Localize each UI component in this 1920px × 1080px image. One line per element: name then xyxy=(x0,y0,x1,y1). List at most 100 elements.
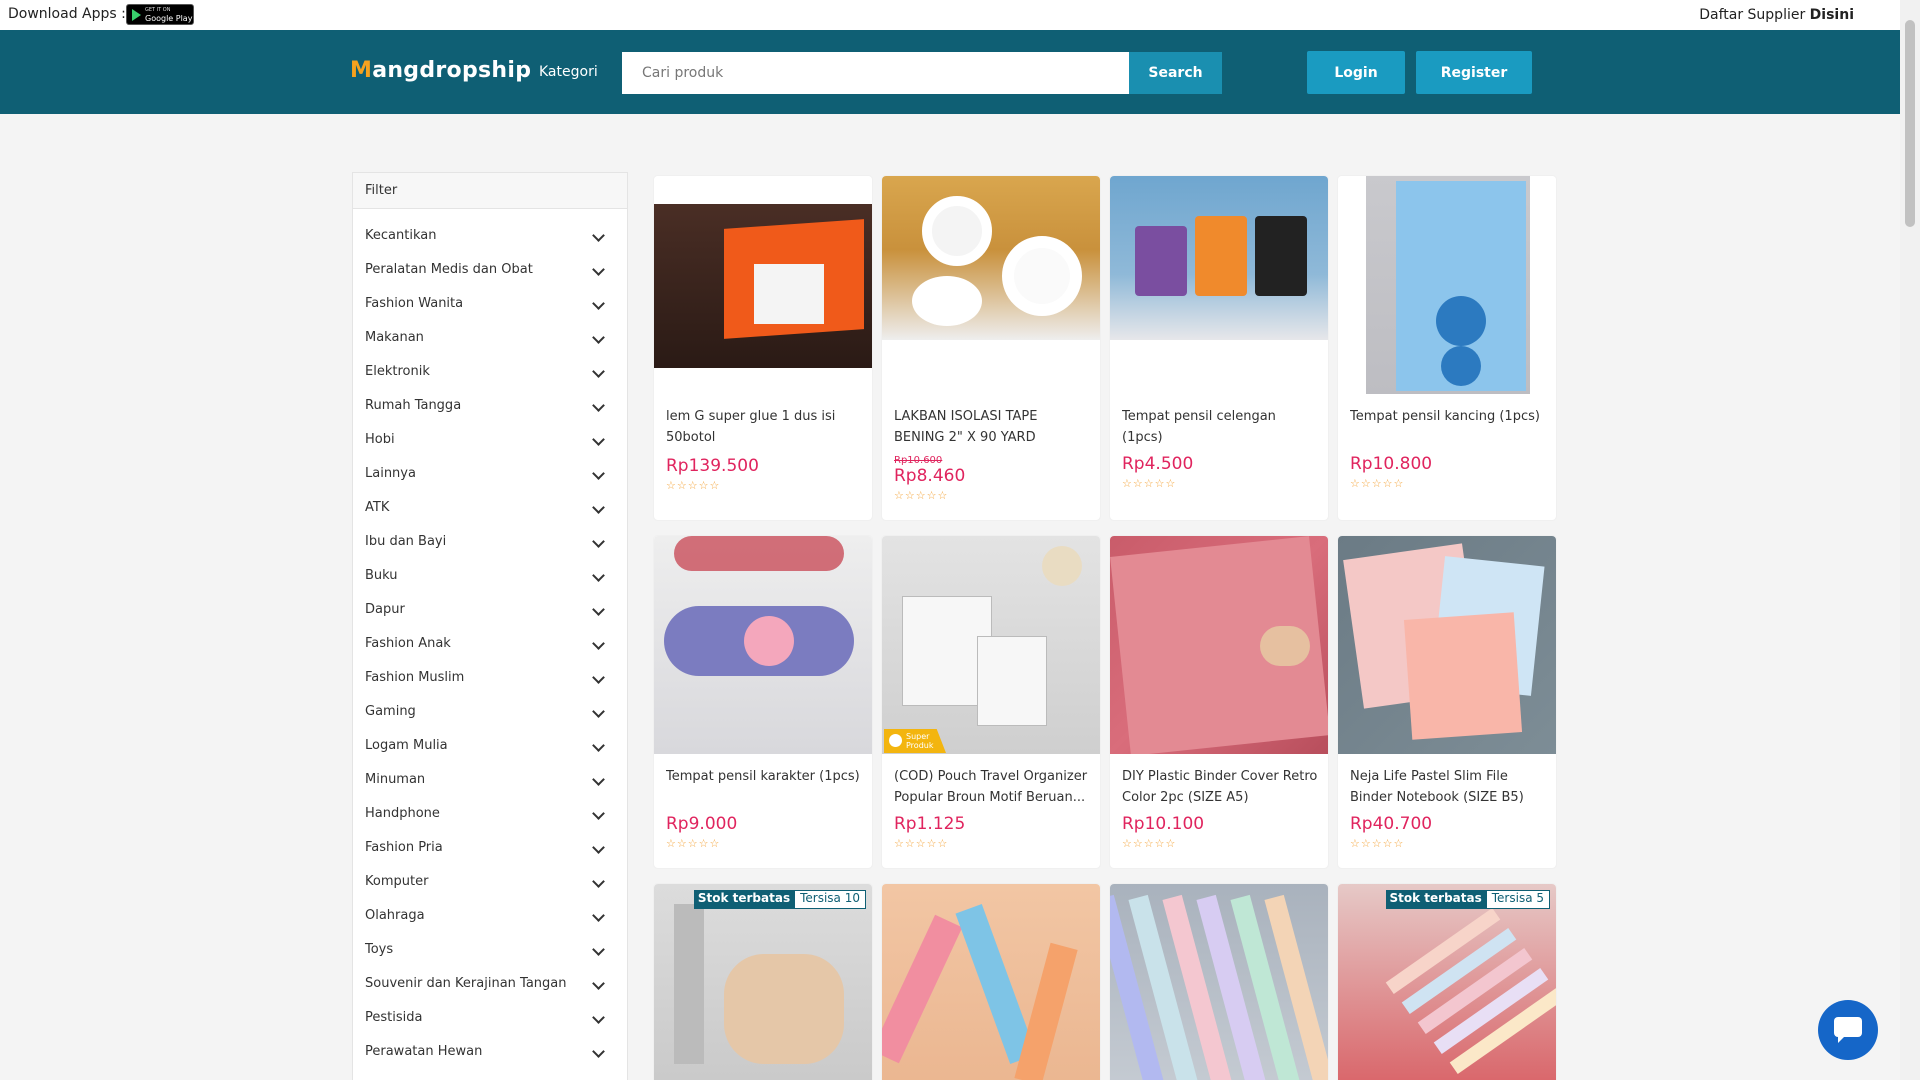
product-image[interactable] xyxy=(1110,884,1328,1080)
filter-category-label: Perawatan Hewan xyxy=(365,1044,483,1059)
product-card[interactable]: Tempat pensil kancing (1pcs) Rp10.800 ☆☆☆☆… xyxy=(1338,176,1556,520)
filter-category-item[interactable]: Fashion Muslim xyxy=(353,661,627,695)
product-card[interactable] xyxy=(1110,884,1328,1080)
filter-category-item[interactable]: Peralatan Medis dan Obat xyxy=(353,253,627,287)
site-logo[interactable]: Mangdropship xyxy=(350,58,531,83)
product-image[interactable]: Super Produk xyxy=(882,536,1100,754)
google-play-badge[interactable]: GET IT ON Google Play xyxy=(126,4,194,25)
filter-category-item[interactable]: Hobi xyxy=(353,423,627,457)
chevron-down-icon[interactable] xyxy=(592,535,605,548)
filter-category-item[interactable]: Souvenir dan Kerajinan Tangan xyxy=(353,967,627,1001)
filter-category-item[interactable]: Olahraga xyxy=(353,899,627,933)
filter-category-item[interactable]: Komputer xyxy=(353,865,627,899)
product-image[interactable] xyxy=(654,176,872,394)
chevron-down-icon[interactable] xyxy=(592,671,605,684)
product-image[interactable] xyxy=(1338,176,1556,394)
filter-category-item[interactable]: Logam Mulia xyxy=(353,729,627,763)
chevron-down-icon[interactable] xyxy=(592,1011,605,1024)
filter-category-item[interactable]: Dapur xyxy=(353,593,627,627)
filter-category-label: Dapur xyxy=(365,602,405,617)
page-scrollbar[interactable] xyxy=(1900,0,1920,1080)
chevron-down-icon[interactable] xyxy=(592,297,605,310)
chevron-down-icon[interactable] xyxy=(592,433,605,446)
kategori-menu[interactable]: Kategori xyxy=(539,64,598,80)
chevron-down-icon[interactable] xyxy=(592,943,605,956)
supplier-register-link[interactable]: Daftar Supplier Disini xyxy=(1699,7,1854,23)
product-name[interactable]: lem G super glue 1 dus isi 50botol xyxy=(666,406,862,448)
filter-category-item[interactable]: Makanan xyxy=(353,321,627,355)
chevron-down-icon[interactable] xyxy=(592,841,605,854)
filter-category-item[interactable]: Fashion Anak xyxy=(353,627,627,661)
chevron-down-icon[interactable] xyxy=(592,773,605,786)
filter-category-item[interactable]: Fashion Pria xyxy=(353,831,627,865)
chevron-down-icon[interactable] xyxy=(592,807,605,820)
chevron-down-icon[interactable] xyxy=(592,1045,605,1058)
chevron-down-icon[interactable] xyxy=(592,875,605,888)
product-image[interactable] xyxy=(1110,176,1328,394)
product-card[interactable]: Super Produk (COD) Pouch Travel Organizer … xyxy=(882,536,1100,868)
product-image[interactable] xyxy=(882,884,1100,1080)
product-name[interactable]: LAKBAN ISOLASI TAPE BENING 2" X 90 YARD xyxy=(894,406,1090,448)
product-price: Rp9.000 xyxy=(666,814,738,834)
product-card[interactable]: LAKBAN ISOLASI TAPE BENING 2" X 90 YARD R… xyxy=(882,176,1100,520)
chevron-down-icon[interactable] xyxy=(592,909,605,922)
product-image[interactable]: Stok terbatas Tersisa 10 xyxy=(654,884,872,1080)
search-input[interactable] xyxy=(622,52,1129,94)
chevron-down-icon[interactable] xyxy=(592,739,605,752)
product-image[interactable] xyxy=(882,176,1100,394)
chevron-down-icon[interactable] xyxy=(592,365,605,378)
product-card[interactable]: Neja Life Pastel Slim File Binder Notebo… xyxy=(1338,536,1556,868)
chevron-down-icon[interactable] xyxy=(592,705,605,718)
product-name[interactable]: Neja Life Pastel Slim File Binder Notebo… xyxy=(1350,766,1546,808)
product-card[interactable]: lem G super glue 1 dus isi 50botol Rp139.… xyxy=(654,176,872,520)
chevron-down-icon[interactable] xyxy=(592,331,605,344)
product-name[interactable]: DIY Plastic Binder Cover Retro Color 2pc… xyxy=(1122,766,1318,808)
product-card[interactable]: Tempat pensil karakter (1pcs) Rp9.000 ☆☆☆☆… xyxy=(654,536,872,868)
product-name[interactable]: Tempat pensil celengan (1pcs) xyxy=(1122,406,1318,448)
product-name[interactable]: Tempat pensil karakter (1pcs) xyxy=(666,766,862,808)
chevron-down-icon[interactable] xyxy=(592,399,605,412)
chevron-down-icon[interactable] xyxy=(592,263,605,276)
register-button[interactable]: Register xyxy=(1416,51,1532,94)
scrollbar-thumb[interactable] xyxy=(1905,20,1915,227)
filter-category-item[interactable]: Minuman xyxy=(353,763,627,797)
filter-category-item[interactable]: Ibu dan Bayi xyxy=(353,525,627,559)
product-image[interactable] xyxy=(1110,536,1328,754)
product-name[interactable]: Tempat pensil kancing (1pcs) xyxy=(1350,406,1546,448)
chevron-down-icon[interactable] xyxy=(592,569,605,582)
filter-category-item[interactable]: Kecantikan xyxy=(353,219,627,253)
product-image[interactable]: Stok terbatas Tersisa 5 xyxy=(1338,884,1556,1080)
product-card[interactable]: DIY Plastic Binder Cover Retro Color 2pc… xyxy=(1110,536,1328,868)
login-button[interactable]: Login xyxy=(1307,51,1405,94)
product-card[interactable]: Stok terbatas Tersisa 5 xyxy=(1338,884,1556,1080)
product-image[interactable] xyxy=(654,536,872,754)
product-image[interactable] xyxy=(1338,536,1556,754)
product-name[interactable]: (COD) Pouch Travel Organizer Popular Bro… xyxy=(894,766,1090,808)
filter-category-item[interactable]: Rumah Tangga xyxy=(353,389,627,423)
product-card[interactable] xyxy=(882,884,1100,1080)
filter-category-item[interactable]: Lainnya xyxy=(353,457,627,491)
chevron-down-icon[interactable] xyxy=(592,603,605,616)
chevron-down-icon[interactable] xyxy=(592,229,605,242)
filter-category-item[interactable]: Fashion Wanita xyxy=(353,287,627,321)
chevron-down-icon[interactable] xyxy=(592,467,605,480)
filter-category-label: Pestisida xyxy=(365,1010,423,1025)
chevron-down-icon[interactable] xyxy=(592,501,605,514)
google-play-icon xyxy=(132,9,141,21)
search-button[interactable]: Search xyxy=(1129,52,1222,94)
filter-category-item[interactable]: Elektronik xyxy=(353,355,627,389)
chevron-down-icon[interactable] xyxy=(592,637,605,650)
supplier-link[interactable]: Disini xyxy=(1810,7,1854,23)
filter-category-item[interactable]: Gaming xyxy=(353,695,627,729)
filter-category-item[interactable]: Perawatan Hewan xyxy=(353,1035,627,1069)
filter-category-item[interactable]: Buku xyxy=(353,559,627,593)
filter-category-item[interactable]: ATK xyxy=(353,491,627,525)
filter-category-item[interactable]: Toys xyxy=(353,933,627,967)
stock-badge: Stok terbatas Tersisa 5 xyxy=(1385,890,1550,909)
chevron-down-icon[interactable] xyxy=(592,977,605,990)
product-card[interactable]: Tempat pensil celengan (1pcs) Rp4.500 ☆☆☆☆… xyxy=(1110,176,1328,520)
filter-category-item[interactable]: Pestisida xyxy=(353,1001,627,1035)
filter-category-item[interactable]: Handphone xyxy=(353,797,627,831)
chat-button[interactable] xyxy=(1818,1000,1878,1060)
product-card[interactable]: Stok terbatas Tersisa 10 xyxy=(654,884,872,1080)
